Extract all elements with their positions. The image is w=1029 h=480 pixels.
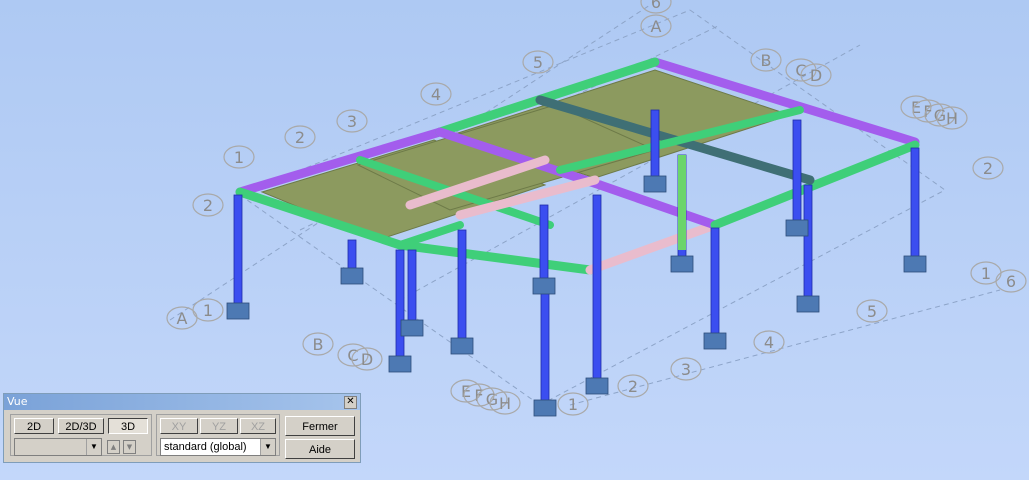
footing: [703, 332, 727, 350]
footing: [400, 319, 424, 337]
axis-label: 2: [628, 377, 638, 396]
beams: [235, 57, 920, 275]
footing: [450, 337, 474, 355]
footing: [585, 377, 609, 395]
level-down-icon[interactable]: ▼: [123, 440, 136, 454]
plane-yz-button[interactable]: YZ: [200, 418, 238, 434]
help-button[interactable]: Aide: [285, 439, 355, 459]
axis-label: 1: [981, 264, 991, 283]
footing: [643, 175, 667, 193]
axis-label: 6: [1006, 272, 1016, 291]
column: [792, 119, 802, 223]
axis-label: E: [461, 382, 471, 401]
axis-label: G: [486, 390, 498, 409]
plane-xz-button[interactable]: XZ: [240, 418, 276, 434]
plane-xy-button[interactable]: XY: [160, 418, 198, 434]
mode-3d-button[interactable]: 3D: [108, 418, 148, 434]
column: [539, 204, 549, 281]
footing: [670, 255, 694, 273]
axis-label: 1: [234, 148, 244, 167]
axis-label: E: [911, 98, 921, 117]
axis-label: F: [474, 386, 483, 405]
footing: [903, 255, 927, 273]
column: [803, 184, 813, 299]
column: [457, 229, 467, 341]
axis-label: 3: [681, 360, 691, 379]
axis-label: 4: [764, 333, 774, 352]
column: [910, 147, 920, 259]
column: [650, 109, 660, 179]
axis-label: 1: [568, 395, 578, 414]
level-up-icon[interactable]: ▲: [107, 440, 120, 454]
axis-label: 6: [651, 0, 661, 12]
axis-label: 2: [295, 128, 305, 147]
mode-2d-button[interactable]: 2D: [14, 418, 54, 434]
axis-label: 1: [203, 301, 213, 320]
dialog-titlebar[interactable]: Vue ✕: [4, 394, 360, 410]
coordinate-system-value: standard (global): [164, 441, 247, 453]
column: [540, 279, 550, 403]
axis-label: H: [499, 394, 511, 413]
axis-label: 5: [867, 302, 877, 321]
axis-label: B: [313, 335, 324, 354]
close-button[interactable]: Fermer: [285, 416, 355, 436]
footing: [533, 399, 557, 417]
axis-label: D: [361, 350, 373, 369]
axis-label: A: [177, 309, 188, 328]
axis-label: A: [651, 17, 662, 36]
axis-label: 4: [431, 85, 441, 104]
footing: [785, 219, 809, 237]
axis-label: 2: [203, 196, 213, 215]
vue-dialog[interactable]: Vue ✕ 2D 2D/3D 3D ▼ ▲ ▼ XY YZ XZ standar…: [3, 393, 361, 463]
axis-label: H: [946, 109, 958, 128]
column: [592, 194, 602, 381]
axis-label: 5: [533, 53, 543, 72]
column: [347, 239, 357, 271]
axis-label: D: [810, 66, 822, 85]
beam-green: [395, 240, 595, 275]
mode-2d3d-button[interactable]: 2D/3D: [58, 418, 104, 434]
chevron-down-icon[interactable]: ▼: [260, 439, 275, 455]
column: [710, 227, 720, 336]
axis-label: F: [923, 102, 932, 121]
coordinate-system-select[interactable]: standard (global) ▼: [160, 438, 276, 456]
dialog-title: Vue: [7, 395, 28, 408]
axis-label: B: [761, 51, 772, 70]
footing: [388, 355, 412, 373]
chevron-down-icon[interactable]: ▼: [86, 439, 101, 455]
footing: [340, 267, 364, 285]
footing: [532, 277, 556, 295]
column: [233, 194, 243, 306]
column: [407, 249, 417, 323]
axis-label: 2: [983, 159, 993, 178]
column: [395, 249, 405, 359]
beam-pink: [585, 220, 720, 275]
footing: [226, 302, 250, 320]
level-select[interactable]: ▼: [14, 438, 102, 456]
axis-label: 3: [347, 112, 357, 131]
column: [678, 155, 686, 250]
footing: [796, 295, 820, 313]
close-icon[interactable]: ✕: [344, 396, 357, 409]
